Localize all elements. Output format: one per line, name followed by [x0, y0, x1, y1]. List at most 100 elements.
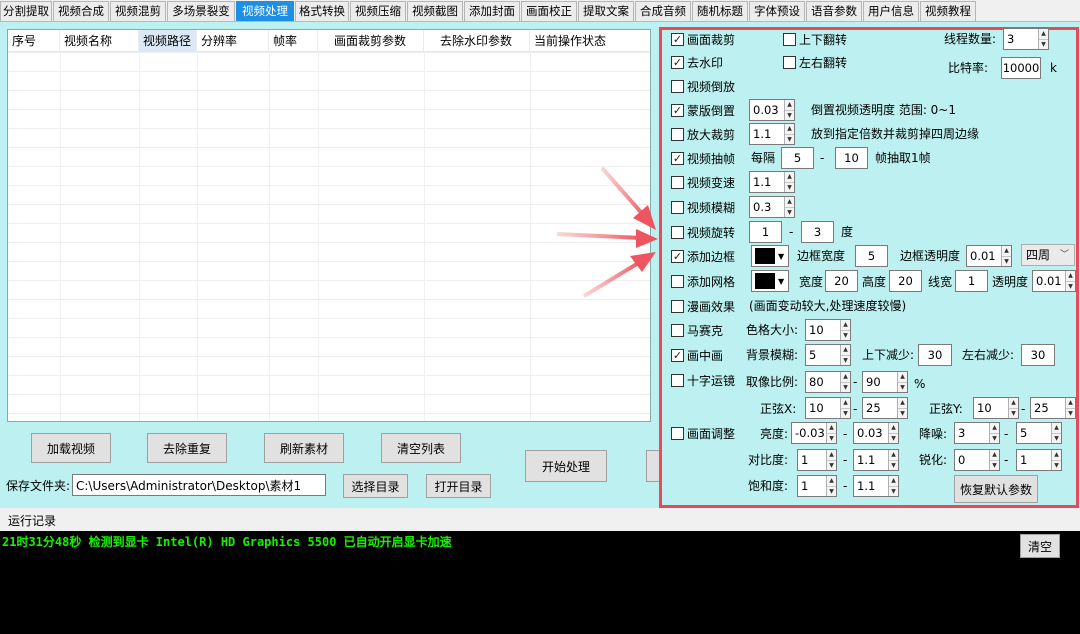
stepper-arrows[interactable]: ▲ ▼ [989, 450, 999, 470]
mosaic-checkbox[interactable]: 马赛克 [671, 322, 723, 338]
tab-11[interactable]: 合成音频 [635, 1, 691, 21]
col-index[interactable]: 序号 [8, 30, 60, 52]
col-crop-params[interactable]: 画面裁剪参数 [318, 30, 424, 52]
down-arrow-icon[interactable]: ▼ [898, 381, 907, 393]
rotate-from-input[interactable]: 1 [749, 221, 782, 243]
brightness-to-stepper[interactable]: 0.03 ▲ ▼ [853, 422, 899, 444]
stepper-arrows[interactable]: ▲ ▼ [897, 372, 907, 392]
contrast-to-stepper[interactable]: 1.1 ▲ ▼ [853, 449, 899, 471]
up-arrow-icon[interactable]: ▲ [1039, 29, 1048, 39]
up-arrow-icon[interactable]: ▲ [785, 197, 794, 207]
stepper-arrows[interactable]: ▲ ▼ [1038, 29, 1048, 49]
down-arrow-icon[interactable]: ▼ [841, 381, 850, 393]
col-name[interactable]: 视频名称 [60, 30, 139, 52]
col-path[interactable]: 视频路径 [139, 30, 197, 52]
blur-checkbox[interactable]: 视频模糊 [671, 199, 735, 215]
up-arrow-icon[interactable]: ▲ [785, 124, 794, 134]
tab-4[interactable]: 视频处理 [236, 1, 294, 21]
sharpen-to-stepper[interactable]: 1 ▲ ▼ [1016, 449, 1062, 471]
watermark-checkbox[interactable]: ✓ 去水印 [671, 54, 723, 70]
border-position-select[interactable]: 四周 ﹀ [1021, 244, 1075, 266]
stepper-arrows[interactable]: ▲ ▼ [840, 320, 850, 340]
flip-horizontal-checkbox[interactable]: 左右翻转 [783, 54, 847, 70]
denoise-to-stepper[interactable]: 5 ▲ ▼ [1016, 422, 1062, 444]
open-dir-button[interactable]: 打开目录 [426, 474, 491, 498]
stepper-arrows[interactable]: ▲ ▼ [989, 423, 999, 443]
tab-5[interactable]: 格式转换 [295, 1, 349, 21]
refresh-button[interactable]: 刷新素材 [264, 433, 344, 463]
down-arrow-icon[interactable]: ▼ [1039, 38, 1048, 50]
clear-list-button[interactable]: 清空列表 [381, 433, 461, 463]
up-arrow-icon[interactable]: ▲ [889, 476, 898, 486]
up-arrow-icon[interactable]: ▲ [1066, 398, 1075, 408]
up-arrow-icon[interactable]: ▲ [889, 450, 898, 460]
rotate-checkbox[interactable]: 视频旋转 [671, 224, 735, 240]
up-arrow-icon[interactable]: ▲ [841, 372, 850, 382]
pip-blur-stepper[interactable]: 5 ▲ ▼ [805, 344, 851, 366]
down-arrow-icon[interactable]: ▼ [990, 432, 999, 444]
down-arrow-icon[interactable]: ▼ [827, 432, 836, 444]
grid-alpha-stepper[interactable]: 0.01 ▲ ▼ [1032, 270, 1076, 292]
tab-8[interactable]: 添加封面 [464, 1, 520, 21]
tab-3[interactable]: 多场景裂变 [167, 1, 235, 21]
down-arrow-icon[interactable]: ▼ [1052, 459, 1061, 471]
up-arrow-icon[interactable]: ▲ [841, 398, 850, 408]
saturation-to-stepper[interactable]: 1.1 ▲ ▼ [853, 475, 899, 497]
grid-checkbox[interactable]: 添加网格 [671, 273, 735, 289]
stepper-arrows[interactable]: ▲ ▼ [1051, 423, 1061, 443]
pip-tb-input[interactable]: 30 [918, 344, 952, 366]
zoom-stepper[interactable]: 1.1 ▲ ▼ [749, 123, 795, 145]
up-arrow-icon[interactable]: ▲ [785, 100, 794, 110]
rotate-to-input[interactable]: 3 [801, 221, 834, 243]
stepper-arrows[interactable]: ▲ ▼ [784, 172, 794, 192]
grid-height-input[interactable]: 20 [889, 270, 922, 292]
pip-lr-input[interactable]: 30 [1021, 344, 1055, 366]
tab-10[interactable]: 提取文案 [578, 1, 634, 21]
stepper-arrows[interactable]: ▲ ▼ [840, 345, 850, 365]
stepper-arrows[interactable]: ▲ ▼ [897, 398, 907, 418]
save-folder-input[interactable] [72, 474, 326, 496]
down-arrow-icon[interactable]: ▼ [1066, 280, 1075, 292]
choose-dir-button[interactable]: 选择目录 [343, 474, 408, 498]
stepper-arrows[interactable]: ▲ ▼ [840, 398, 850, 418]
down-arrow-icon[interactable]: ▼ [889, 485, 898, 497]
tab-15[interactable]: 用户信息 [863, 1, 919, 21]
flip-vertical-checkbox[interactable]: 上下翻转 [783, 31, 847, 47]
stepper-arrows[interactable]: ▲ ▼ [826, 450, 836, 470]
down-arrow-icon[interactable]: ▼ [1066, 407, 1075, 419]
up-arrow-icon[interactable]: ▲ [990, 423, 999, 433]
crop-checkbox[interactable]: ✓ 画面裁剪 [671, 31, 735, 47]
contrast-from-stepper[interactable]: 1 ▲ ▼ [797, 449, 837, 471]
up-arrow-icon[interactable]: ▲ [827, 476, 836, 486]
down-arrow-icon[interactable]: ▼ [785, 109, 794, 121]
down-arrow-icon[interactable]: ▼ [1052, 432, 1061, 444]
up-arrow-icon[interactable]: ▲ [785, 172, 794, 182]
sine-x-to-stepper[interactable]: 25 ▲ ▼ [862, 397, 908, 419]
speed-checkbox[interactable]: 视频变速 [671, 174, 735, 190]
stepper-arrows[interactable]: ▲ ▼ [784, 197, 794, 217]
tab-12[interactable]: 随机标题 [692, 1, 748, 21]
down-arrow-icon[interactable]: ▼ [889, 459, 898, 471]
up-arrow-icon[interactable]: ▲ [898, 372, 907, 382]
up-arrow-icon[interactable]: ▲ [990, 450, 999, 460]
dedupe-button[interactable]: 去除重复 [147, 433, 227, 463]
col-watermark-params[interactable]: 去除水印参数 [424, 30, 530, 52]
col-status[interactable]: 当前操作状态 [530, 30, 650, 52]
stepper-arrows[interactable]: ▲ ▼ [1051, 450, 1061, 470]
stepper-arrows[interactable]: ▲ ▼ [1001, 246, 1011, 266]
stepper-arrows[interactable]: ▲ ▼ [888, 476, 898, 496]
down-arrow-icon[interactable]: ▼ [785, 206, 794, 218]
frame-drop-checkbox[interactable]: ✓ 视频抽帧 [671, 150, 735, 166]
load-video-button[interactable]: 加载视频 [31, 433, 111, 463]
sine-y-from-stepper[interactable]: 10 ▲ ▼ [973, 397, 1019, 419]
down-arrow-icon[interactable]: ▼ [841, 407, 850, 419]
down-arrow-icon[interactable]: ▼ [1002, 255, 1011, 267]
down-arrow-icon[interactable]: ▼ [990, 459, 999, 471]
tab-2[interactable]: 视频混剪 [110, 1, 166, 21]
sharpen-from-stepper[interactable]: 0 ▲ ▼ [954, 449, 1000, 471]
up-arrow-icon[interactable]: ▲ [889, 423, 898, 433]
comic-checkbox[interactable]: 漫画效果 [671, 298, 735, 314]
stepper-arrows[interactable]: ▲ ▼ [1065, 271, 1075, 291]
border-alpha-stepper[interactable]: 0.01 ▲ ▼ [966, 245, 1012, 267]
tab-14[interactable]: 语音参数 [806, 1, 862, 21]
